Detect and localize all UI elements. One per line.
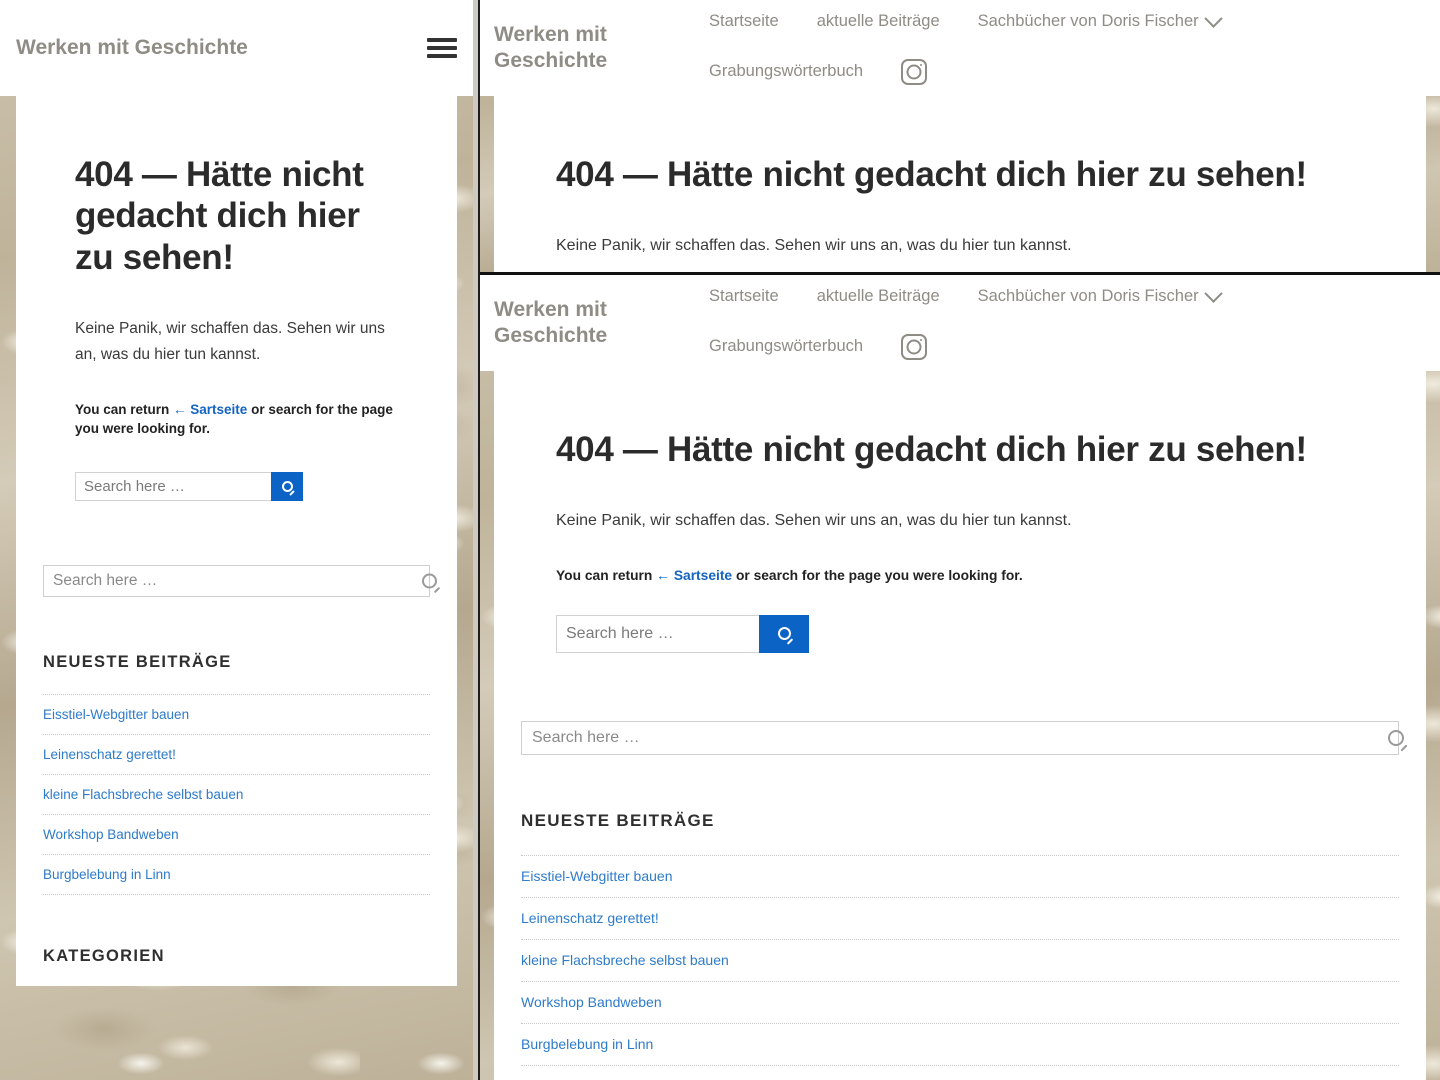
- search-icon: [777, 627, 793, 646]
- error-content-card: 404 — Hätte nicht gedacht dich hier zu s…: [16, 96, 457, 542]
- error-content-card: 404 — Hätte nicht gedacht dich hier zu s…: [494, 96, 1426, 273]
- search-input[interactable]: [75, 472, 271, 502]
- sidebar-search-widget: [16, 541, 457, 622]
- instagram-icon[interactable]: [901, 58, 928, 85]
- error-content-card: 404 — Hätte nicht gedacht dich hier zu s…: [494, 371, 1426, 699]
- inline-search-form: [556, 614, 811, 653]
- nav-item-aktuelle-beitraege[interactable]: aktuelle Beiträge: [817, 287, 940, 306]
- error-lead-text: Keine Panik, wir schaffen das. Sehen wir…: [556, 512, 1072, 530]
- site-title: Werken mit Geschichte: [494, 298, 608, 347]
- post-link[interactable]: Leinenschatz gerettet!: [43, 735, 430, 774]
- nav-label: Sachbücher von Doris Fischer: [977, 286, 1199, 305]
- return-prefix: You can return: [75, 401, 170, 417]
- post-link[interactable]: Burgbelebung in Linn: [521, 1024, 1399, 1065]
- recent-posts-list: Eisstiel-Webgitter bauen Leinenschatz ge…: [43, 694, 430, 896]
- post-link[interactable]: Eisstiel-Webgitter bauen: [521, 856, 1399, 897]
- nav-label: Startseite: [709, 286, 779, 305]
- list-item: Workshop Bandweben: [521, 982, 1399, 1024]
- search-submit-button[interactable]: [759, 614, 809, 653]
- return-suffix: or search for the page you were looking …: [735, 567, 1023, 583]
- post-link[interactable]: kleine Flachsbreche selbst bauen: [521, 940, 1399, 981]
- return-instruction: You can return ← Sartseite or search for…: [75, 400, 398, 438]
- nav-label: aktuelle Beiträge: [816, 11, 940, 30]
- home-link[interactable]: ← Sartseite: [656, 568, 732, 583]
- post-link[interactable]: kleine Flachsbreche selbst bauen: [43, 775, 430, 814]
- search-input[interactable]: [556, 614, 759, 653]
- widget-title: KATEGORIEN: [43, 947, 165, 966]
- nav-item-startseite[interactable]: Startseite: [709, 287, 779, 306]
- nav-item-sachbuecher[interactable]: Sachbücher von Doris Fischer: [977, 8, 1223, 31]
- list-item: Leinenschatz gerettet!: [43, 735, 430, 776]
- recent-posts-widget: NEUESTE BEITRÄGE Eisstiel-Webgitter baue…: [494, 776, 1426, 1080]
- mobile-viewport-panel: Werken mit Geschichte 404 — Hätte nicht …: [0, 0, 473, 1080]
- widget-title: NEUESTE BEITRÄGE: [43, 653, 232, 672]
- nav-label: Startseite: [709, 11, 779, 30]
- instagram-icon[interactable]: [901, 333, 928, 360]
- search-submit-button[interactable]: [271, 472, 303, 502]
- inline-search-form: [75, 472, 318, 502]
- site-title: Werken mit Geschichte: [494, 23, 608, 72]
- return-prefix: You can return: [556, 567, 653, 583]
- panel-divider: [473, 0, 480, 1080]
- list-item: Burgbelebung in Linn: [43, 855, 430, 896]
- list-item: Eisstiel-Webgitter bauen: [521, 854, 1399, 898]
- page-title: 404 — Hätte nicht gedacht dich hier zu s…: [75, 155, 364, 277]
- chevron-down-icon: [1203, 8, 1223, 28]
- nav-label: Grabungswörterbuch: [709, 337, 864, 355]
- nav-item-grabungswoerterbuch[interactable]: Grabungswörterbuch: [709, 337, 863, 356]
- site-title: Werken mit Geschichte: [16, 36, 248, 60]
- sidebar-search-input[interactable]: [43, 565, 430, 598]
- return-instruction: You can return ← Sartseite or search for…: [556, 568, 1364, 583]
- search-icon: [422, 573, 441, 594]
- desktop-header: Werken mit Geschichte Startseite aktuell…: [480, 0, 1440, 96]
- post-link[interactable]: Eisstiel-Webgitter bauen: [43, 695, 430, 734]
- list-item: Eisstiel-Webgitter bauen: [43, 694, 430, 736]
- nav-label: aktuelle Beiträge: [816, 286, 940, 305]
- primary-navigation: Startseite aktuelle Beiträge Sachbücher …: [709, 283, 1426, 360]
- recent-posts-widget: NEUESTE BEITRÄGE Eisstiel-Webgitter baue…: [16, 621, 457, 916]
- list-item: kleine Flachsbreche selbst bauen: [43, 775, 430, 816]
- post-link[interactable]: Workshop Bandweben: [43, 815, 430, 854]
- nav-item-aktuelle-beitraege[interactable]: aktuelle Beiträge: [817, 12, 940, 31]
- error-lead-text: Keine Panik, wir schaffen das. Sehen wir…: [556, 237, 1072, 255]
- chevron-down-icon: [1203, 283, 1223, 303]
- hamburger-bar: [427, 54, 457, 58]
- list-item: kleine Flachsbreche selbst bauen: [521, 940, 1399, 982]
- desktop-viewport-panel-top: Werken mit Geschichte Startseite aktuell…: [480, 0, 1440, 273]
- sidebar-search-input[interactable]: [521, 720, 1399, 755]
- sidebar-search-widget: [494, 698, 1426, 777]
- desktop-header: Werken mit Geschichte Startseite aktuell…: [480, 275, 1440, 371]
- nav-item-sachbuecher[interactable]: Sachbücher von Doris Fischer: [977, 283, 1223, 306]
- home-link[interactable]: ← Sartseite: [173, 402, 247, 417]
- post-link[interactable]: Leinenschatz gerettet!: [521, 898, 1399, 939]
- nav-item-grabungswoerterbuch[interactable]: Grabungswörterbuch: [709, 62, 863, 81]
- hamburger-bar: [427, 38, 457, 42]
- list-item: Workshop Bandweben: [43, 815, 430, 856]
- desktop-viewport-panel: Werken mit Geschichte Startseite aktuell…: [480, 275, 1440, 1080]
- recent-posts-list: Eisstiel-Webgitter bauen Leinenschatz ge…: [521, 854, 1399, 1066]
- search-icon: [281, 481, 295, 497]
- nav-label: Grabungswörterbuch: [709, 62, 864, 80]
- categories-widget: KATEGORIEN: [16, 915, 457, 987]
- post-link[interactable]: Burgbelebung in Linn: [43, 855, 430, 894]
- viewport-split-line: [473, 272, 1440, 275]
- page-title: 404 — Hätte nicht gedacht dich hier zu s…: [556, 155, 1307, 194]
- hamburger-bar: [427, 46, 457, 50]
- hamburger-menu-icon[interactable]: [427, 38, 457, 58]
- list-item: Burgbelebung in Linn: [521, 1024, 1399, 1066]
- mobile-header: Werken mit Geschichte: [0, 0, 473, 96]
- widget-title: NEUESTE BEITRÄGE: [521, 810, 715, 830]
- nav-item-startseite[interactable]: Startseite: [709, 12, 779, 31]
- post-link[interactable]: Workshop Bandweben: [521, 982, 1399, 1023]
- nav-label: Sachbücher von Doris Fischer: [977, 11, 1199, 30]
- search-icon: [1388, 729, 1408, 752]
- page-title: 404 — Hätte nicht gedacht dich hier zu s…: [556, 430, 1307, 469]
- primary-navigation: Startseite aktuelle Beiträge Sachbücher …: [709, 8, 1426, 85]
- error-lead-text: Keine Panik, wir schaffen das. Sehen wir…: [75, 319, 385, 363]
- list-item: Leinenschatz gerettet!: [521, 898, 1399, 940]
